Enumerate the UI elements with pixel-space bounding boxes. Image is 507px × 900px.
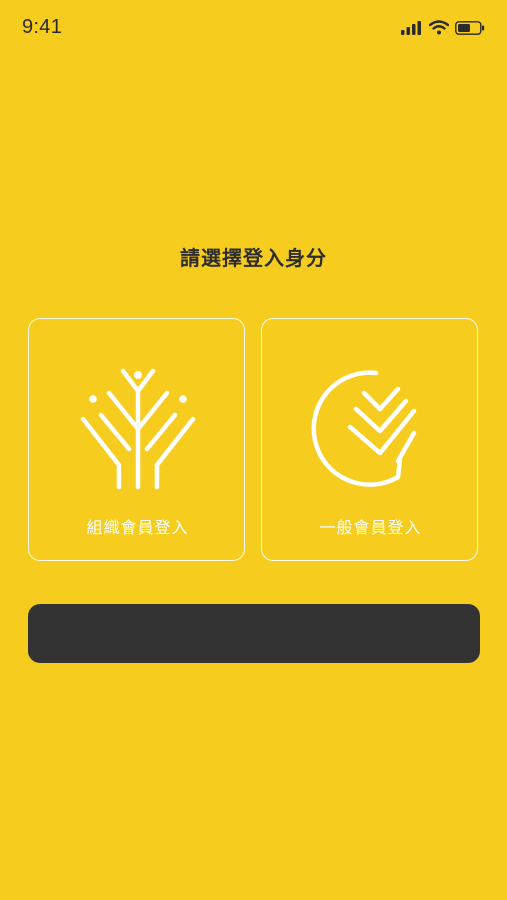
- general-login-label: 一般會員登入: [319, 518, 422, 537]
- status-bar: 9:41: [0, 0, 507, 60]
- status-icons: [401, 20, 485, 35]
- page-title: 請選擇登入身分: [180, 246, 327, 270]
- organization-login-button[interactable]: 組織會員登入: [28, 318, 245, 561]
- status-time: 9:41: [22, 16, 63, 38]
- battery-icon: [455, 20, 485, 35]
- leaf-chat-icon: [262, 363, 479, 493]
- organization-login-label: 組織會員登入: [86, 518, 189, 537]
- cellular-signal-icon: [401, 20, 421, 35]
- general-login-button[interactable]: 一般會員登入: [261, 318, 478, 561]
- tree-branch-icon: [29, 363, 246, 493]
- bottom-action-button[interactable]: [28, 604, 480, 663]
- wifi-icon: [429, 20, 449, 35]
